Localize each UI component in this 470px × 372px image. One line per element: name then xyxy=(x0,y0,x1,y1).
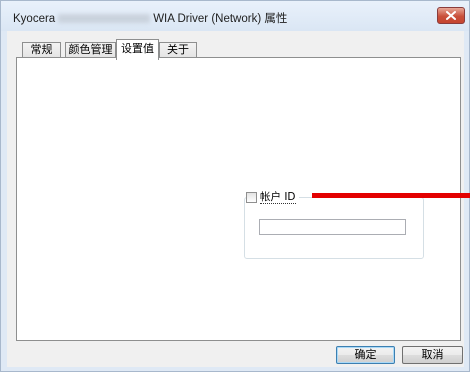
account-id-checkbox[interactable] xyxy=(246,191,257,203)
close-button[interactable] xyxy=(437,7,465,24)
close-icon xyxy=(446,11,456,20)
account-id-input[interactable] xyxy=(259,219,406,235)
cancel-button[interactable]: 取消 xyxy=(402,346,463,364)
tab-color-management[interactable]: 颜色管理 xyxy=(65,42,116,58)
tab-general[interactable]: 常规 xyxy=(22,42,61,58)
redacted-model-name xyxy=(58,14,151,24)
account-id-header: 帐户 ID xyxy=(246,190,299,204)
account-id-label[interactable]: 帐户 ID xyxy=(260,191,296,204)
ok-button[interactable]: 确定 xyxy=(336,346,395,364)
title-bar[interactable]: Kyocera WIA Driver (Network) 属性 xyxy=(1,1,469,31)
title-suffix: WIA Driver (Network) 属性 xyxy=(153,13,288,25)
tab-about[interactable]: 关于 xyxy=(159,42,197,58)
title-prefix: Kyocera xyxy=(13,13,56,25)
window-title: Kyocera WIA Driver (Network) 属性 xyxy=(13,10,287,26)
annotation-arrow xyxy=(312,193,470,198)
tab-settings[interactable]: 设置值 xyxy=(116,39,159,60)
